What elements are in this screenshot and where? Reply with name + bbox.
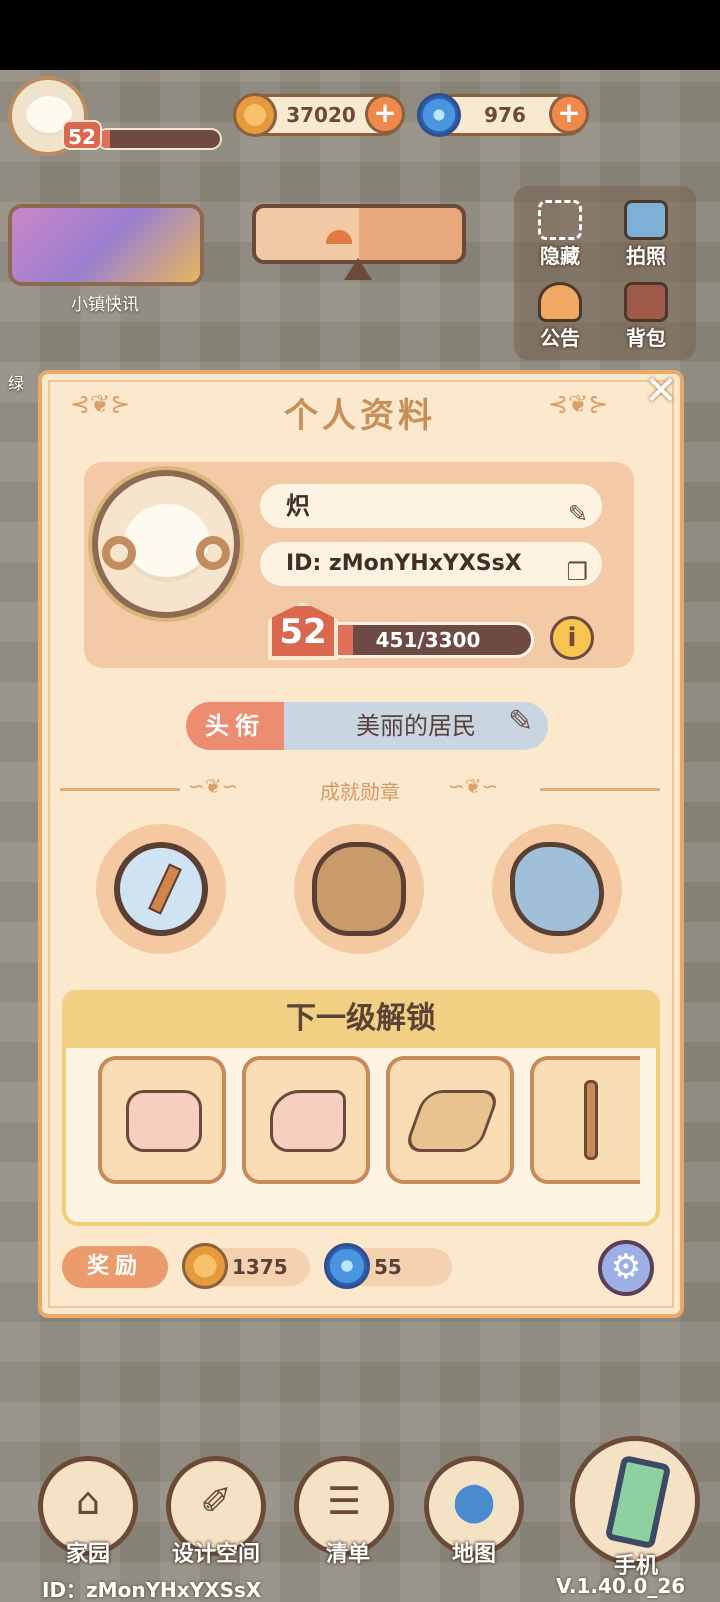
hud-xp-bar bbox=[96, 128, 222, 150]
compass-needle bbox=[148, 863, 182, 915]
list-icon: ☰ bbox=[326, 1479, 362, 1523]
reward-tag: 奖励 bbox=[62, 1246, 168, 1288]
xp-text: 451/3300 bbox=[375, 628, 481, 652]
medal-compass[interactable] bbox=[96, 824, 226, 954]
reward-coins: 1375 bbox=[182, 1243, 310, 1289]
divider-right bbox=[540, 788, 660, 791]
unlock-items-strip[interactable] bbox=[78, 1056, 640, 1196]
hide-icon bbox=[538, 200, 582, 240]
dialog-title: 个人资料 bbox=[284, 396, 436, 436]
unlock-item-armchair[interactable] bbox=[98, 1056, 226, 1184]
edit-title-icon[interactable]: ✎ bbox=[508, 704, 533, 739]
reward-gems: 55 bbox=[324, 1243, 452, 1289]
swirl-left-icon: ∽❦∽ bbox=[188, 774, 239, 798]
bag-label: 背包 bbox=[626, 326, 666, 350]
player-name: 炽 bbox=[286, 492, 310, 520]
notice-button[interactable]: 公告 bbox=[520, 276, 600, 356]
nav-design-label: 设计空间 bbox=[171, 1542, 260, 1567]
id-field: ID: zMonYHxYXSsX ❐ bbox=[260, 542, 602, 586]
curved-sofa-icon bbox=[270, 1090, 346, 1152]
add-gems-button[interactable]: + bbox=[549, 94, 589, 134]
money-bag-icon bbox=[312, 842, 406, 936]
gem-value: 976 bbox=[484, 103, 526, 127]
nav-home-label: 家园 bbox=[65, 1542, 110, 1567]
weather-widget[interactable] bbox=[252, 204, 466, 264]
backpack-icon bbox=[624, 282, 668, 322]
news-card[interactable] bbox=[8, 204, 204, 286]
level-info-button[interactable]: i bbox=[550, 616, 594, 660]
swirl-right-icon: ∽❦∽ bbox=[448, 774, 499, 798]
name-field[interactable]: 炽 ✎ bbox=[260, 484, 602, 528]
camera-icon bbox=[624, 200, 668, 240]
table-setting-icon bbox=[402, 1090, 502, 1152]
bag-button[interactable]: 背包 bbox=[606, 276, 686, 356]
blueprint-icon: ✐ bbox=[200, 1479, 232, 1523]
coin-value: 37020 bbox=[286, 103, 356, 127]
gem-counter: 976 + bbox=[417, 93, 589, 137]
location-pin-icon: ⬤ bbox=[452, 1479, 496, 1523]
unlock-header: 下一级解锁 bbox=[62, 990, 660, 1048]
horn-right-icon bbox=[196, 536, 230, 570]
title-tag: 头衔 bbox=[186, 702, 284, 750]
phone-icon bbox=[604, 1454, 672, 1550]
reward-gem-icon bbox=[324, 1243, 370, 1289]
settings-button[interactable]: ⚙ bbox=[598, 1240, 654, 1296]
status-bar bbox=[0, 0, 720, 70]
footer-user-id: ID：zMonYHxYXSsX bbox=[42, 1578, 262, 1602]
unlock-item-table-setting[interactable] bbox=[386, 1056, 514, 1184]
nav-list-label: 清单 bbox=[325, 1542, 370, 1567]
armchair-icon bbox=[126, 1090, 202, 1152]
coin-counter: 37020 + bbox=[233, 93, 405, 137]
reward-coin-icon bbox=[182, 1243, 228, 1289]
gear-icon: ⚙ bbox=[610, 1247, 642, 1287]
medal-money-bag[interactable] bbox=[294, 824, 424, 954]
notice-icon bbox=[538, 282, 582, 322]
notice-label: 公告 bbox=[540, 326, 580, 350]
profile-avatar[interactable] bbox=[92, 470, 240, 618]
hide-label: 隐藏 bbox=[540, 244, 580, 268]
sheep-portrait-icon bbox=[124, 504, 210, 582]
nav-phone-button[interactable] bbox=[570, 1436, 700, 1566]
coin-icon bbox=[233, 93, 277, 137]
xp-bar: 451/3300 bbox=[322, 622, 534, 658]
player-id: ID: zMonYHxYXSsX bbox=[286, 551, 522, 576]
photo-button[interactable]: 拍照 bbox=[606, 194, 686, 274]
hud-level-badge: 52 bbox=[62, 120, 102, 150]
edit-name-icon[interactable]: ✎ bbox=[568, 492, 588, 536]
weather-pointer bbox=[344, 258, 372, 280]
map-icon bbox=[510, 842, 604, 936]
copy-id-icon[interactable]: ❐ bbox=[566, 550, 588, 594]
sun-icon bbox=[326, 230, 352, 244]
house-icon: ⌂ bbox=[75, 1479, 101, 1523]
news-label: 小镇快讯 bbox=[71, 295, 139, 315]
add-coins-button[interactable]: + bbox=[365, 94, 405, 134]
achievements-label: 成就勋章 bbox=[320, 780, 400, 804]
unlock-item-curved-sofa[interactable] bbox=[242, 1056, 370, 1184]
gem-icon bbox=[417, 93, 461, 137]
hide-button[interactable]: 隐藏 bbox=[520, 194, 600, 274]
nav-map-label: 地图 bbox=[451, 1542, 496, 1567]
divider-left bbox=[60, 788, 180, 791]
photo-label: 拍照 bbox=[626, 244, 666, 268]
compass-icon bbox=[114, 842, 208, 936]
ornament-left-icon: ⊰❦⊱ bbox=[70, 390, 131, 418]
unlock-item-coat-rack[interactable] bbox=[530, 1056, 640, 1184]
ornament-right-icon: ⊰❦⊱ bbox=[548, 390, 609, 418]
reward-coins-value: 1375 bbox=[232, 1255, 288, 1279]
reward-gems-value: 55 bbox=[374, 1255, 402, 1279]
close-button[interactable]: ✕ bbox=[640, 371, 682, 414]
footer-version: V.1.40.0_26 bbox=[556, 1574, 686, 1598]
medal-map[interactable] bbox=[492, 824, 622, 954]
horn-left-icon bbox=[102, 536, 136, 570]
coat-rack-icon bbox=[584, 1080, 598, 1160]
